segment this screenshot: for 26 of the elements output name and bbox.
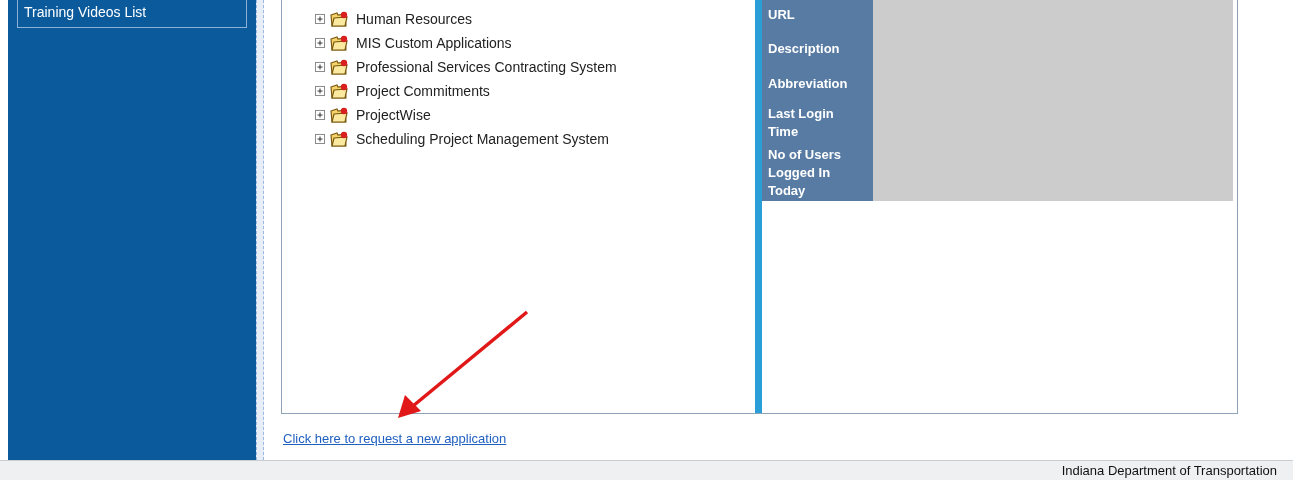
field-label: Abbreviation	[768, 75, 848, 93]
expand-icon[interactable]	[314, 109, 326, 121]
footer-text: Indiana Department of Transportation	[1061, 461, 1277, 480]
field-label: Description	[768, 40, 840, 58]
sidebar-item[interactable]: Training Videos List	[17, 0, 247, 28]
field-label: Last Login Time	[768, 104, 835, 141]
expand-icon[interactable]	[314, 61, 326, 73]
tree-item[interactable]: MIS Custom Applications	[356, 32, 512, 54]
tree-item[interactable]: Professional Services Contracting System	[356, 56, 617, 78]
tree-item[interactable]: Project Commitments	[356, 80, 490, 102]
expand-icon[interactable]	[314, 85, 326, 97]
field-label: No of Users Logged In Today	[768, 146, 842, 200]
tree-item[interactable]: ProjectWise	[356, 104, 431, 126]
tree-item[interactable]: Scheduling Project Management System	[356, 128, 609, 150]
request-link[interactable]: Click here to request a new application	[283, 431, 507, 446]
expand-icon[interactable]	[314, 37, 326, 49]
folder-icon	[329, 10, 349, 28]
field-label: URL	[768, 6, 795, 24]
expand-icon[interactable]	[314, 13, 326, 25]
folder-icon	[329, 82, 349, 100]
folder-icon	[329, 58, 349, 76]
folder-icon	[329, 34, 349, 52]
expand-icon[interactable]	[314, 133, 326, 145]
folder-icon	[329, 130, 349, 148]
folder-icon	[329, 106, 349, 124]
tree-item[interactable]: Human Resources	[356, 8, 472, 30]
